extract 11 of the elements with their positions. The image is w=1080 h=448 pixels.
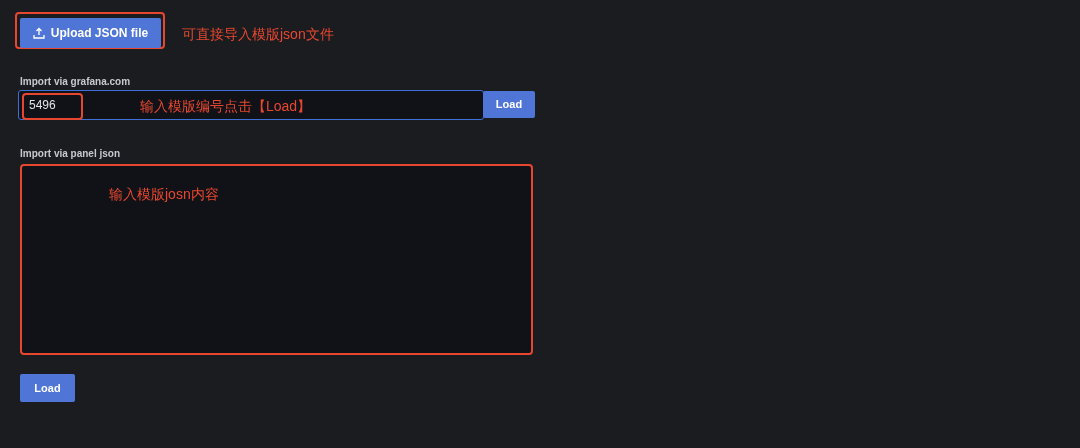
upload-icon: [32, 27, 45, 39]
load-button[interactable]: Load: [483, 91, 535, 118]
field-label: Import via panel json: [20, 147, 121, 161]
json-text-area[interactable]: [20, 164, 533, 355]
highlight-frame: [22, 93, 83, 120]
load-button[interactable]: Load: [20, 374, 75, 402]
annotation-note: 可直接导入模版json文件: [182, 25, 334, 44]
upload-button[interactable]: Upload JSON file: [20, 18, 161, 48]
annotation-note: 输入模版编号点击【Load】: [140, 97, 312, 116]
field-label: Import via grafana.com: [20, 75, 131, 89]
annotation-note: 输入模版josn内容: [109, 185, 219, 204]
